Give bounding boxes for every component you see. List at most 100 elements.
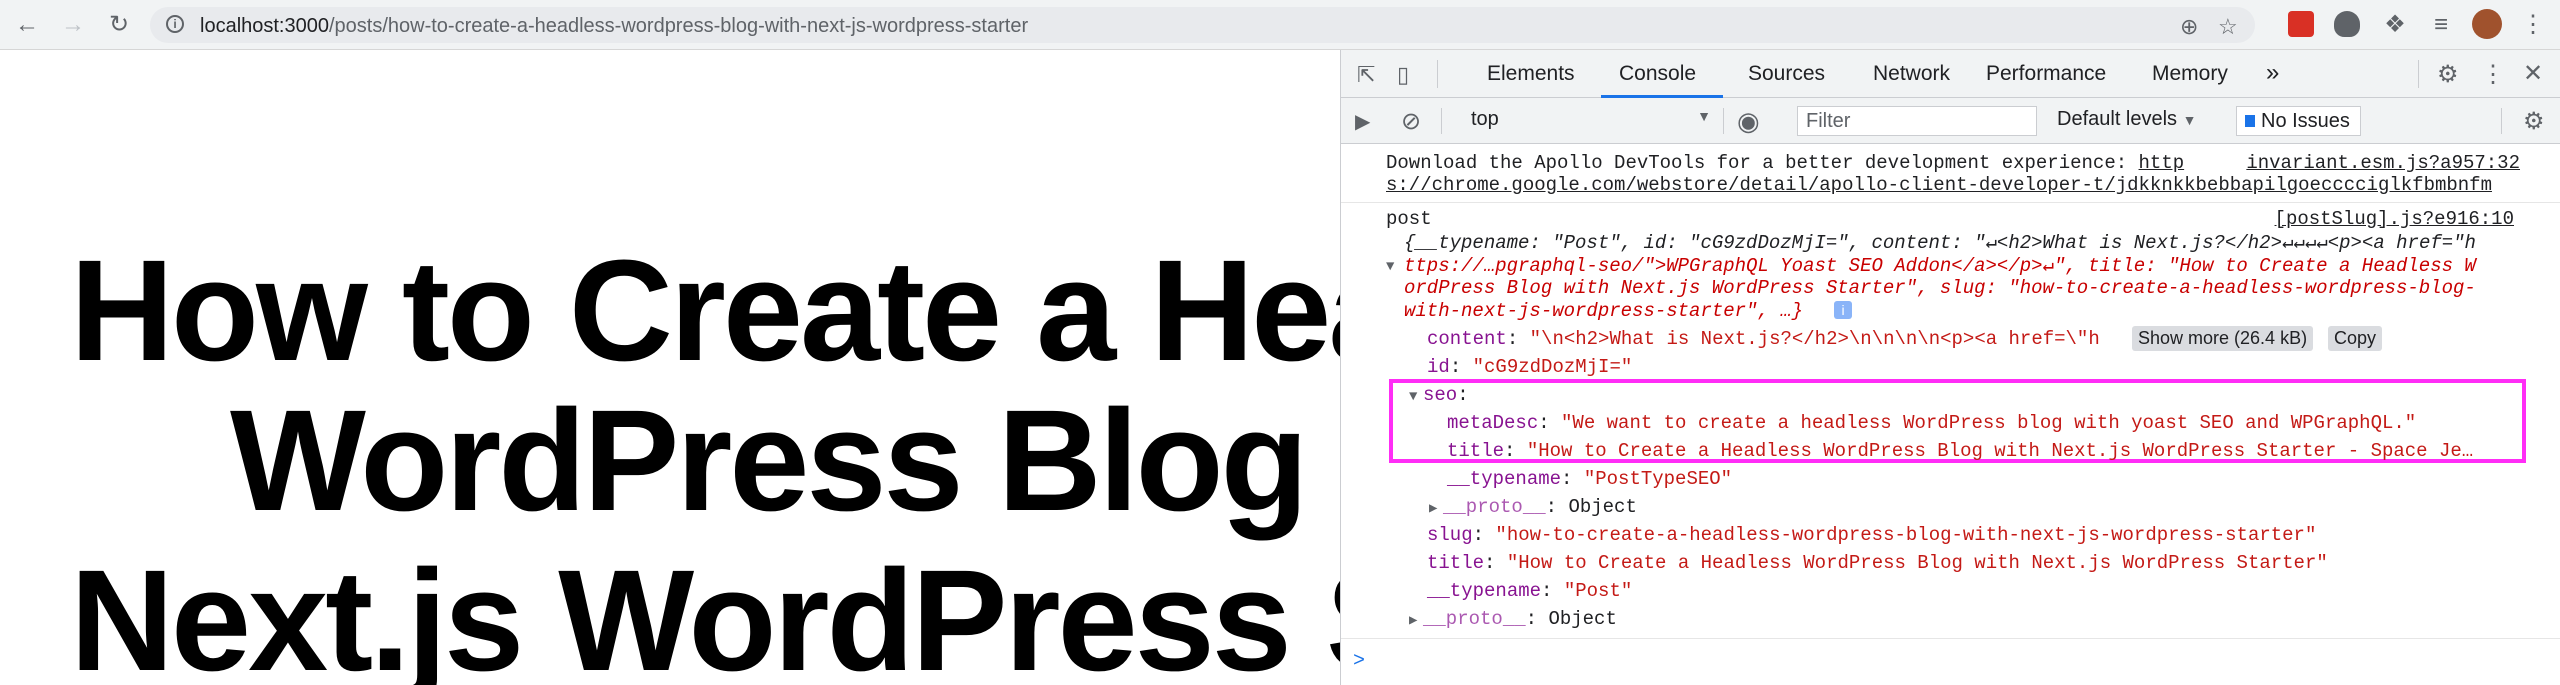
issues-button[interactable]: No Issues: [2236, 106, 2361, 136]
url-text[interactable]: localhost:3000/posts/how-to-create-a-hea…: [200, 15, 1028, 38]
divider: [2501, 108, 2502, 134]
log-levels-label: Default levels: [2057, 108, 2178, 130]
divider: [1723, 108, 1724, 134]
prop-typename: __typename: "Post": [1427, 580, 1633, 602]
devtools-tab-bar: ⇱ ▯ Elements Console Sources Network Per…: [1341, 50, 2560, 98]
prop-value: "How to Create a Headless WordPress Blog…: [1526, 440, 2474, 462]
back-icon[interactable]: ←: [12, 10, 42, 40]
console-message-apollo-line2: s://chrome.google.com/webstore/detail/ap…: [1386, 174, 2492, 196]
prop-seo-proto[interactable]: ▶ __proto__: Object: [1429, 496, 1637, 518]
prop-value: "How to Create a Headless WordPress Blog…: [1506, 552, 2328, 574]
apollo-link[interactable]: http: [2139, 152, 2185, 174]
prop-seo-title: title: "How to Create a Headless WordPre…: [1447, 440, 2474, 462]
tab-elements[interactable]: Elements: [1487, 62, 1575, 86]
tab-sources[interactable]: Sources: [1748, 62, 1825, 86]
chevron-down-icon: ▼: [1697, 108, 1711, 124]
tab-memory[interactable]: Memory: [2152, 62, 2228, 86]
site-info-icon[interactable]: i: [166, 15, 184, 33]
show-more-label: Show more (26.4 kB): [2132, 326, 2314, 351]
divider: [1341, 202, 2560, 203]
prop-value: "Post": [1563, 580, 1633, 602]
log-label-post: post: [1386, 208, 1432, 230]
show-more-button[interactable]: Show more (26.4 kB): [2132, 326, 2314, 351]
clear-console-icon[interactable]: ⊘: [1401, 107, 1421, 136]
prop-seo[interactable]: ▼ seo:: [1409, 384, 1469, 406]
prop-key: title: [1427, 552, 1485, 574]
prop-value: "how-to-create-a-headless-wordpress-blog…: [1495, 524, 2317, 546]
context-value: top: [1471, 108, 1499, 130]
source-link-postslug[interactable]: [postSlug].js?e916:10: [2275, 208, 2514, 230]
reload-icon[interactable]: ↻: [104, 10, 134, 40]
puzzle-icon[interactable]: ❖: [2380, 10, 2410, 40]
console-settings-gear-icon[interactable]: ⚙: [2523, 107, 2545, 136]
close-icon[interactable]: ✕: [2523, 59, 2543, 88]
eye-icon[interactable]: ◉: [1737, 106, 1760, 137]
console-output: Download the Apollo DevTools for a bette…: [1341, 144, 2560, 685]
prop-title: title: "How to Create a Headless WordPre…: [1427, 552, 2328, 574]
privacy-extension-icon[interactable]: [2334, 11, 2360, 37]
prop-key: title: [1447, 440, 1505, 462]
object-summary-line-3: ordPress Blog with Next.js WordPress Sta…: [1404, 277, 2476, 299]
prop-key: id: [1427, 356, 1450, 378]
console-toolbar: ▶ ⊘ top ▼ ◉ Filter Default levels ▼ No Is…: [1341, 98, 2560, 144]
prop-key: __proto__: [1423, 608, 1526, 630]
menu-icon[interactable]: ⋮: [2518, 10, 2548, 40]
prop-key: __typename: [1447, 468, 1562, 490]
prop-id: id: "cG9zdDozMjI=": [1427, 356, 1633, 378]
issues-label: No Issues: [2261, 110, 2350, 132]
reading-list-icon[interactable]: ≡: [2426, 10, 2456, 40]
chevron-down-icon: ▼: [2182, 112, 2197, 128]
prop-key: content: [1427, 328, 1507, 350]
tab-console[interactable]: Console: [1619, 62, 1696, 86]
extension-icon[interactable]: [2288, 11, 2314, 37]
prop-seo-typename: __typename: "PostTypeSEO": [1447, 468, 1733, 490]
zoom-icon[interactable]: ⊕: [2180, 14, 2198, 40]
expand-triangle-icon[interactable]: ▶: [1429, 500, 1443, 517]
context-select[interactable]: top ▼: [1471, 108, 1711, 131]
prop-key: __typename: [1427, 580, 1542, 602]
console-message-text: Download the Apollo DevTools for a bette…: [1386, 152, 2139, 174]
tab-performance[interactable]: Performance: [1986, 62, 2106, 86]
copy-button[interactable]: Copy: [2328, 326, 2383, 351]
device-toolbar-icon[interactable]: ▯: [1397, 62, 1409, 88]
copy-label: Copy: [2328, 326, 2383, 351]
prop-metadesc: metaDesc: "We want to create a headless …: [1447, 412, 2417, 434]
address-bar[interactable]: i localhost:3000/posts/how-to-create-a-h…: [150, 7, 2255, 43]
gear-icon[interactable]: ⚙: [2437, 60, 2459, 89]
object-summary-line-2: ttps://…pgraphql-seo/">WPGraphQL Yoast S…: [1404, 255, 2476, 277]
expand-triangle-icon[interactable]: ▼: [1386, 254, 1400, 276]
prop-slug: slug: "how-to-create-a-headless-wordpres…: [1427, 524, 2317, 546]
prop-key: seo: [1423, 384, 1458, 406]
profile-avatar[interactable]: [2472, 9, 2502, 39]
tab-network[interactable]: Network: [1873, 62, 1950, 86]
expand-triangle-icon[interactable]: ▼: [1409, 389, 1423, 405]
post-title-line-1: How to Create a Hea: [70, 230, 1340, 391]
object-summary-line-1: {__typename: "Post", id: "cG9zdDozMjI=",…: [1404, 232, 2476, 254]
divider: [1441, 108, 1442, 134]
prop-proto[interactable]: ▶ __proto__: Object: [1409, 608, 1617, 630]
devtools-panel: ⇱ ▯ Elements Console Sources Network Per…: [1340, 50, 2560, 685]
more-tabs-button[interactable]: »: [2266, 59, 2279, 87]
prop-key: metaDesc: [1447, 412, 1539, 434]
divider: [2418, 60, 2419, 88]
filter-placeholder: Filter: [1806, 110, 1851, 132]
page-viewport: How to Create a Hea WordPress Blog w Nex…: [0, 50, 1340, 685]
post-title-line-2: WordPress Blog w: [230, 380, 1340, 541]
apollo-link-cont[interactable]: s://chrome.google.com/webstore/detail/ap…: [1386, 174, 2492, 196]
log-levels-dropdown[interactable]: Default levels ▼: [2057, 108, 2196, 131]
prop-value: "PostTypeSEO": [1583, 468, 1733, 490]
info-icon[interactable]: i: [1834, 301, 1852, 319]
post-title-line-3: Next.js WordPress St: [70, 540, 1340, 685]
prop-key: slug: [1427, 524, 1473, 546]
browser-toolbar: ← → ↻ i localhost:3000/posts/how-to-crea…: [0, 0, 2560, 50]
inspect-element-icon[interactable]: ⇱: [1357, 62, 1375, 88]
bookmark-star-icon[interactable]: ☆: [2218, 14, 2238, 40]
expand-triangle-icon[interactable]: ▶: [1409, 612, 1423, 629]
forward-icon[interactable]: →: [58, 10, 88, 40]
kebab-menu-icon[interactable]: ⋮: [2481, 60, 2505, 89]
source-link-invariant[interactable]: invariant.esm.js?a957:32: [2246, 152, 2520, 174]
console-prompt[interactable]: >: [1353, 650, 1365, 673]
prop-value: "\n<h2>What is Next.js?</h2>\n\n\n\n<p><…: [1529, 328, 2100, 350]
sidebar-toggle-icon[interactable]: ▶: [1355, 109, 1370, 134]
filter-input[interactable]: Filter: [1797, 106, 2037, 136]
